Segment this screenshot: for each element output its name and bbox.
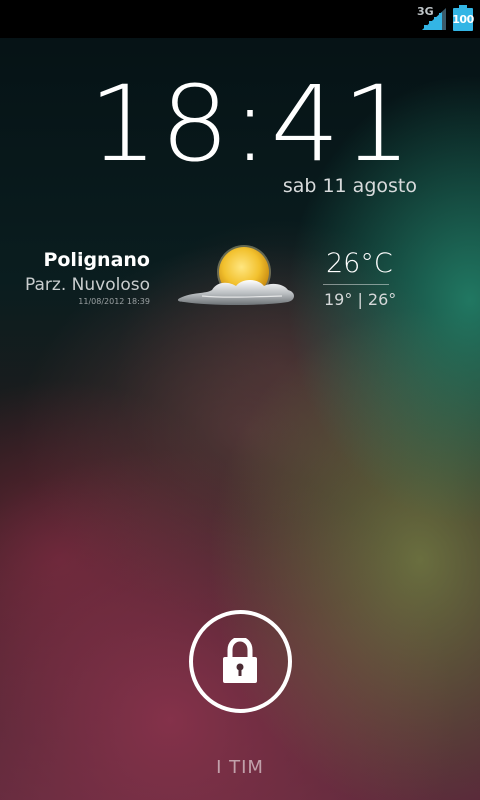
weather-condition: Parz. Nuvoloso bbox=[25, 275, 150, 295]
battery-level: 100 bbox=[452, 13, 474, 26]
battery-icon: 100 bbox=[452, 5, 474, 31]
clock-date: sab 11 agosto bbox=[282, 175, 417, 197]
signal-icon bbox=[422, 8, 446, 30]
lock-icon bbox=[223, 638, 257, 683]
weather-temp-range: 19° | 26° bbox=[324, 290, 397, 309]
carrier-label: I TIM bbox=[216, 757, 264, 778]
status-bar: 3G 100 bbox=[0, 0, 480, 38]
weather-city: Polignano bbox=[43, 249, 150, 271]
temperature-divider bbox=[323, 284, 389, 285]
clock-time: 18:41 bbox=[88, 63, 414, 185]
weather-updated-time: 11/08/2012 18:39 bbox=[78, 297, 150, 306]
lock-screen: 3G 100 18:41 sab 11 agosto Polignano Par… bbox=[0, 0, 480, 800]
weather-temperature: 26°C bbox=[326, 248, 393, 279]
partly-cloudy-icon bbox=[177, 245, 294, 305]
